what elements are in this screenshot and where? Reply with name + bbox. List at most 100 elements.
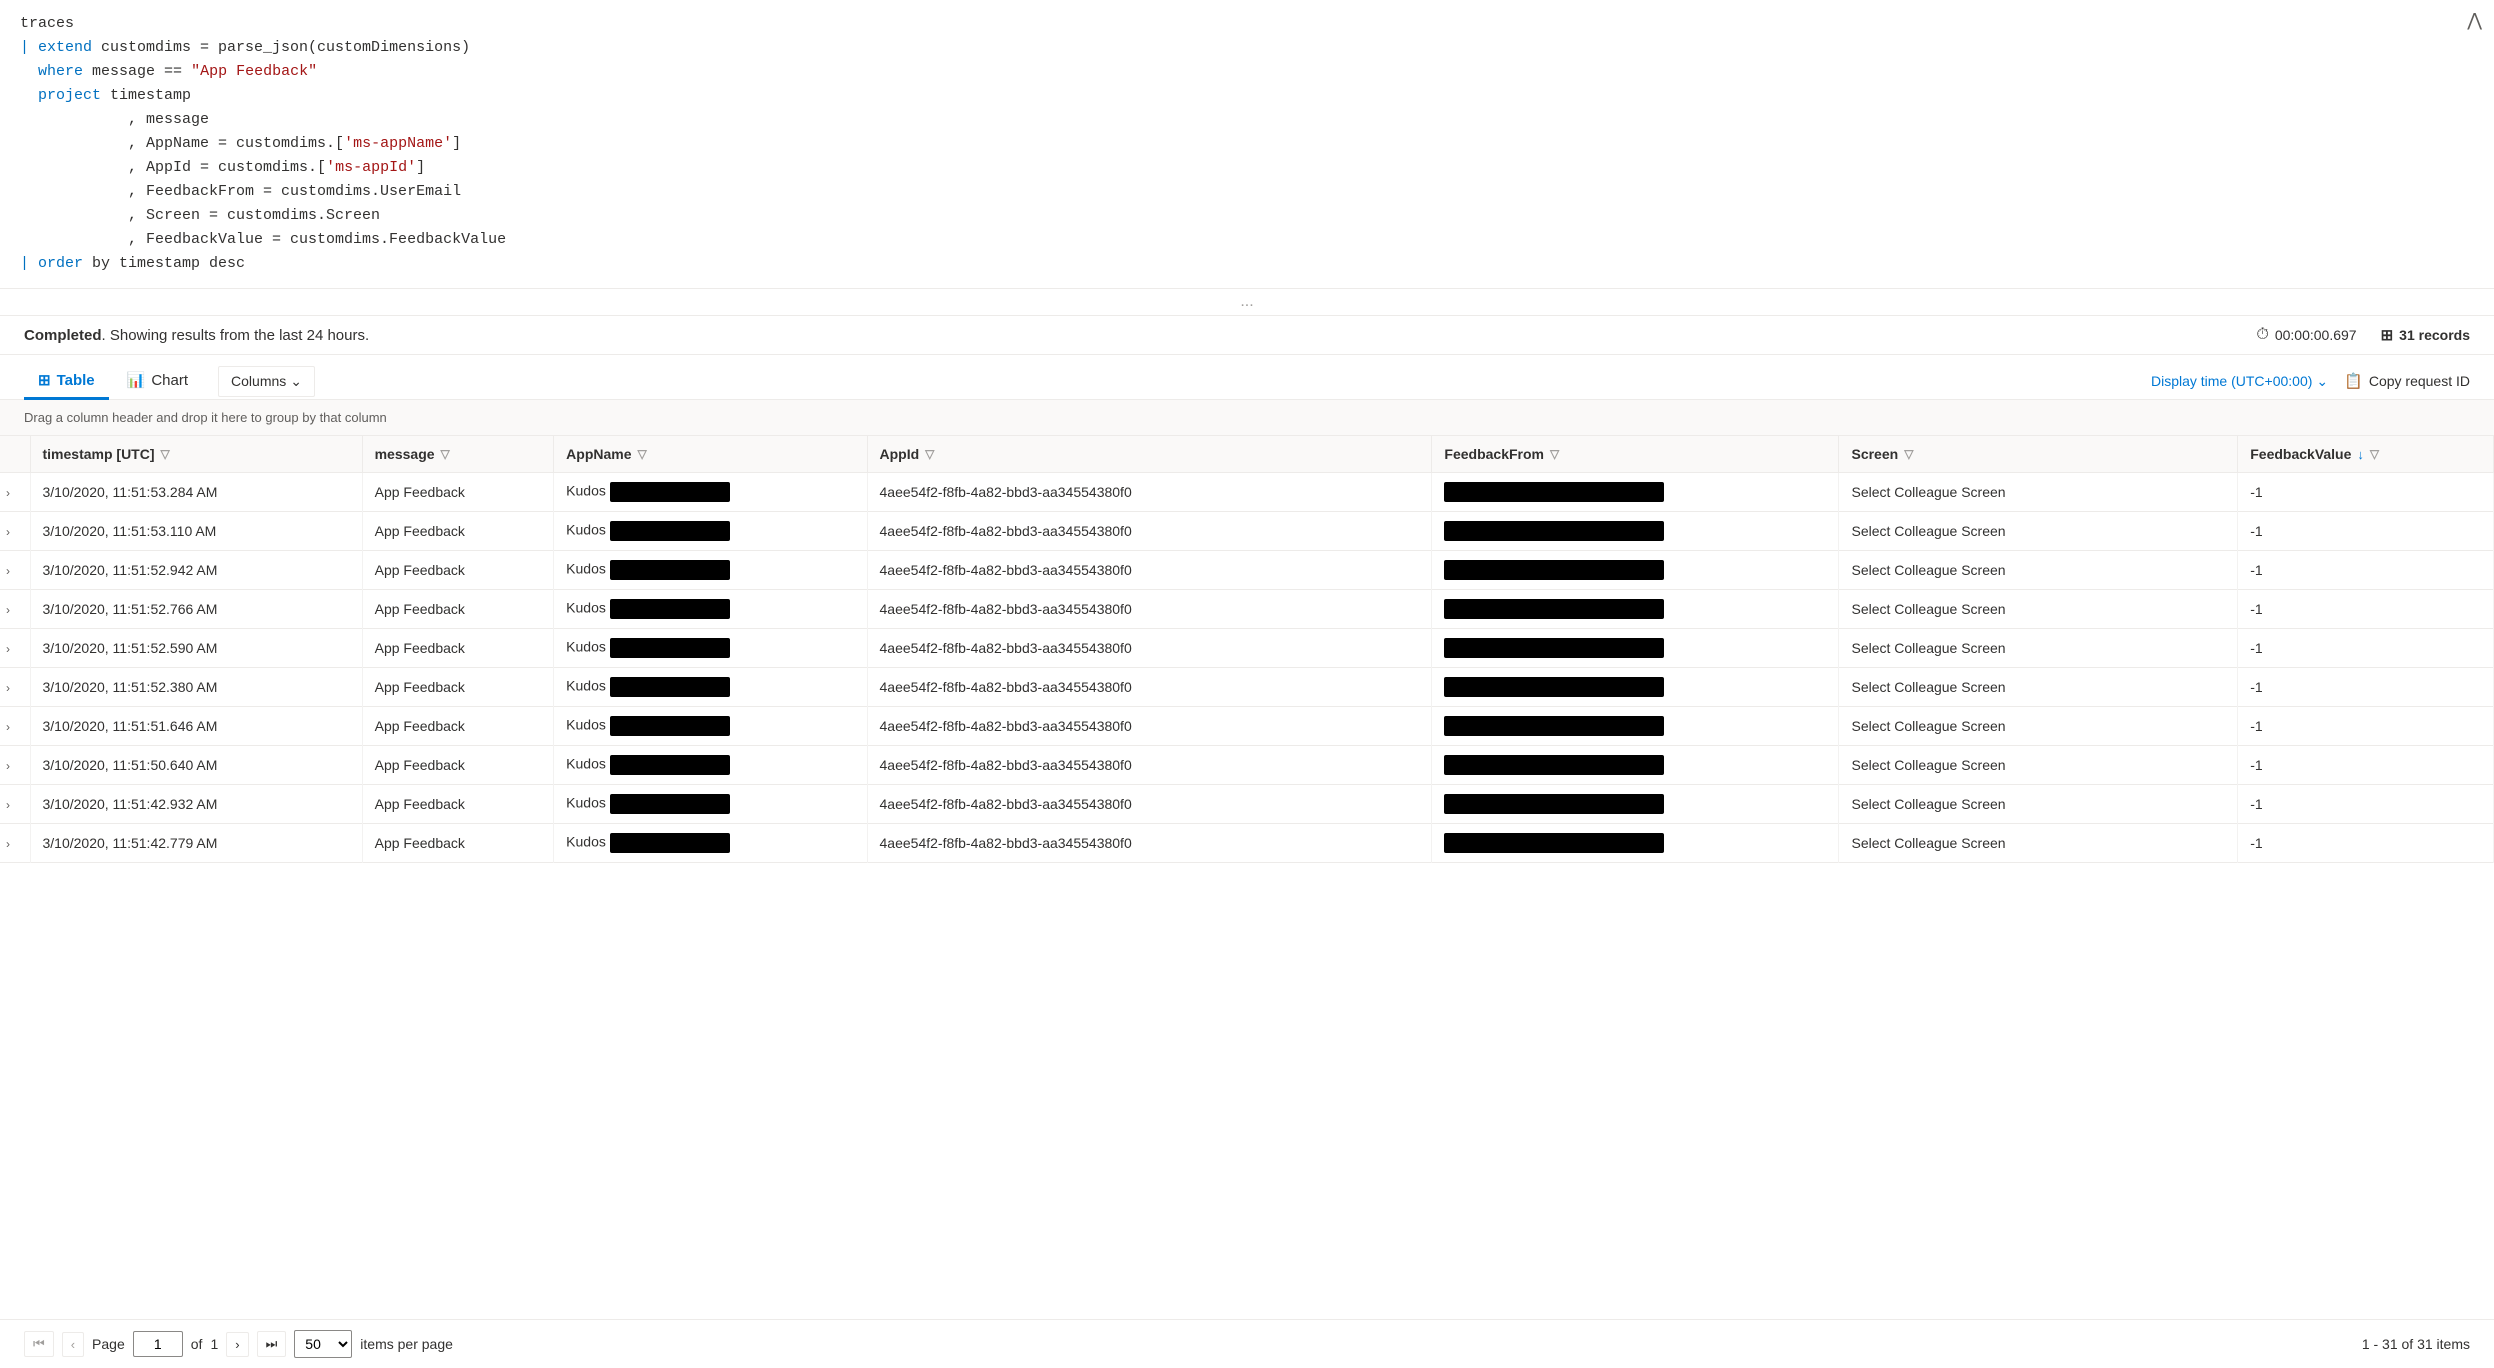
cell-feedbackfrom: [1432, 785, 1839, 824]
of-value: 1: [210, 1336, 218, 1352]
expand-icon[interactable]: ›: [6, 720, 10, 734]
next-page-button[interactable]: ›: [226, 1332, 248, 1357]
cell-feedbackfrom: [1432, 590, 1839, 629]
table-row: › 3/10/2020, 11:51:42.932 AM App Feedbac…: [0, 785, 2494, 824]
feedbackfrom-redacted: [1444, 521, 1664, 541]
display-time-button[interactable]: Display time (UTC+00:00) ⌄: [2151, 373, 2328, 390]
collapse-button[interactable]: ⋀: [2467, 8, 2482, 37]
feedbackvalue-sort-icon[interactable]: ↓: [2357, 447, 2364, 462]
expand-icon[interactable]: ›: [6, 681, 10, 695]
cell-appid: 4aee54f2-f8fb-4a82-bbd3-aa34554380f0: [867, 473, 1432, 512]
status-showing: . Showing results from the last 24 hours…: [102, 327, 370, 344]
col-feedbackvalue[interactable]: FeedbackValue ↓ ▽: [2238, 436, 2494, 473]
cell-screen: Select Colleague Screen: [1839, 512, 2238, 551]
feedbackfrom-redacted: [1444, 638, 1664, 658]
message-filter-icon[interactable]: ▽: [441, 447, 450, 461]
feedbackfrom-redacted: [1444, 560, 1664, 580]
cell-appid: 4aee54f2-f8fb-4a82-bbd3-aa34554380f0: [867, 668, 1432, 707]
cell-timestamp: 3/10/2020, 11:51:52.380 AM: [30, 668, 362, 707]
code-line-7: , AppId = customdims.['ms-appId']: [20, 156, 2474, 180]
cell-message: App Feedback: [362, 746, 554, 785]
code-line-11: | order by timestamp desc: [20, 252, 2474, 276]
columns-label: Columns: [231, 373, 286, 389]
col-message[interactable]: message ▽: [362, 436, 554, 473]
page-input[interactable]: [133, 1331, 183, 1357]
expand-icon[interactable]: ›: [6, 603, 10, 617]
feedbackvalue-filter-icon[interactable]: ▽: [2370, 447, 2379, 461]
screen-filter-icon[interactable]: ▽: [1904, 447, 1913, 461]
expand-icon[interactable]: ›: [6, 642, 10, 656]
toolbar-left: ⊞ Table 📊 Chart Columns ⌄: [24, 363, 315, 399]
last-page-button[interactable]: ⏭: [257, 1331, 287, 1357]
chart-icon: 📊: [127, 371, 146, 389]
tab-chart[interactable]: 📊 Chart: [113, 363, 202, 400]
cell-timestamp: 3/10/2020, 11:51:53.110 AM: [30, 512, 362, 551]
appid-filter-icon[interactable]: ▽: [925, 447, 934, 461]
feedbackfrom-redacted: [1444, 716, 1664, 736]
feedbackfrom-redacted: [1444, 677, 1664, 697]
code-editor[interactable]: traces | extend customdims = parse_json(…: [0, 0, 2494, 289]
expand-icon[interactable]: ›: [6, 798, 10, 812]
col-message-label: message: [375, 446, 435, 462]
table-row: › 3/10/2020, 11:51:42.779 AM App Feedbac…: [0, 824, 2494, 863]
cell-appname: Kudos: [554, 590, 867, 629]
feedbackfrom-redacted: [1444, 833, 1664, 853]
expand-cell[interactable]: ›: [0, 746, 30, 785]
cell-feedbackfrom: [1432, 746, 1839, 785]
expand-cell[interactable]: ›: [0, 590, 30, 629]
appname-filter-icon[interactable]: ▽: [638, 447, 647, 461]
expand-cell[interactable]: ›: [0, 512, 30, 551]
status-text: Completed. Showing results from the last…: [24, 327, 369, 344]
first-page-button[interactable]: ⏮: [24, 1331, 54, 1357]
col-appname[interactable]: AppName ▽: [554, 436, 867, 473]
expand-icon[interactable]: ›: [6, 759, 10, 773]
cell-appid: 4aee54f2-f8fb-4a82-bbd3-aa34554380f0: [867, 629, 1432, 668]
expand-icon[interactable]: ›: [6, 486, 10, 500]
expand-cell[interactable]: ›: [0, 785, 30, 824]
expand-cell[interactable]: ›: [0, 668, 30, 707]
timestamp-filter-icon[interactable]: ▽: [161, 447, 170, 461]
cell-feedbackvalue: -1: [2238, 629, 2494, 668]
expand-cell[interactable]: ›: [0, 551, 30, 590]
copy-request-button[interactable]: 📋 Copy request ID: [2344, 372, 2470, 390]
cell-appid: 4aee54f2-f8fb-4a82-bbd3-aa34554380f0: [867, 512, 1432, 551]
feedbackfrom-filter-icon[interactable]: ▽: [1550, 447, 1559, 461]
appname-redacted: [610, 482, 730, 502]
copy-icon: 📋: [2344, 372, 2363, 390]
col-feedbackfrom-label: FeedbackFrom: [1444, 446, 1544, 462]
expand-cell[interactable]: ›: [0, 824, 30, 863]
expand-cell[interactable]: ›: [0, 707, 30, 746]
cell-appname: Kudos: [554, 551, 867, 590]
col-timestamp[interactable]: timestamp [UTC] ▽: [30, 436, 362, 473]
columns-button[interactable]: Columns ⌄: [218, 366, 315, 397]
ellipsis-separator: ...: [0, 289, 2494, 316]
code-line-4: project timestamp: [20, 84, 2474, 108]
cell-message: App Feedback: [362, 707, 554, 746]
cell-appid: 4aee54f2-f8fb-4a82-bbd3-aa34554380f0: [867, 746, 1432, 785]
per-page-select[interactable]: 50 100 200: [294, 1330, 352, 1358]
col-appid[interactable]: AppId ▽: [867, 436, 1432, 473]
cell-feedbackvalue: -1: [2238, 668, 2494, 707]
chevron-down-icon: ⌄: [290, 373, 302, 390]
tab-table[interactable]: ⊞ Table: [24, 363, 109, 400]
pagination-controls: ⏮ ‹ Page of 1 › ⏭ 50 100 200 items per p…: [24, 1330, 453, 1358]
col-feedbackvalue-label: FeedbackValue: [2250, 446, 2351, 462]
code-line-9: , Screen = customdims.Screen: [20, 204, 2474, 228]
code-line-2: | extend customdims = parse_json(customD…: [20, 36, 2474, 60]
table-row: › 3/10/2020, 11:51:52.942 AM App Feedbac…: [0, 551, 2494, 590]
prev-page-button[interactable]: ‹: [62, 1332, 84, 1357]
expand-cell[interactable]: ›: [0, 629, 30, 668]
expand-cell[interactable]: ›: [0, 473, 30, 512]
col-feedbackfrom[interactable]: FeedbackFrom ▽: [1432, 436, 1839, 473]
expand-icon[interactable]: ›: [6, 564, 10, 578]
status-bar: Completed. Showing results from the last…: [0, 316, 2494, 355]
expand-icon[interactable]: ›: [6, 525, 10, 539]
table-wrapper[interactable]: timestamp [UTC] ▽ message ▽ AppName ▽: [0, 436, 2494, 863]
table-row: › 3/10/2020, 11:51:52.380 AM App Feedbac…: [0, 668, 2494, 707]
expand-icon[interactable]: ›: [6, 837, 10, 851]
col-screen[interactable]: Screen ▽: [1839, 436, 2238, 473]
appname-redacted: [610, 599, 730, 619]
appname-redacted: [610, 677, 730, 697]
cell-timestamp: 3/10/2020, 11:51:42.779 AM: [30, 824, 362, 863]
appname-redacted: [610, 833, 730, 853]
